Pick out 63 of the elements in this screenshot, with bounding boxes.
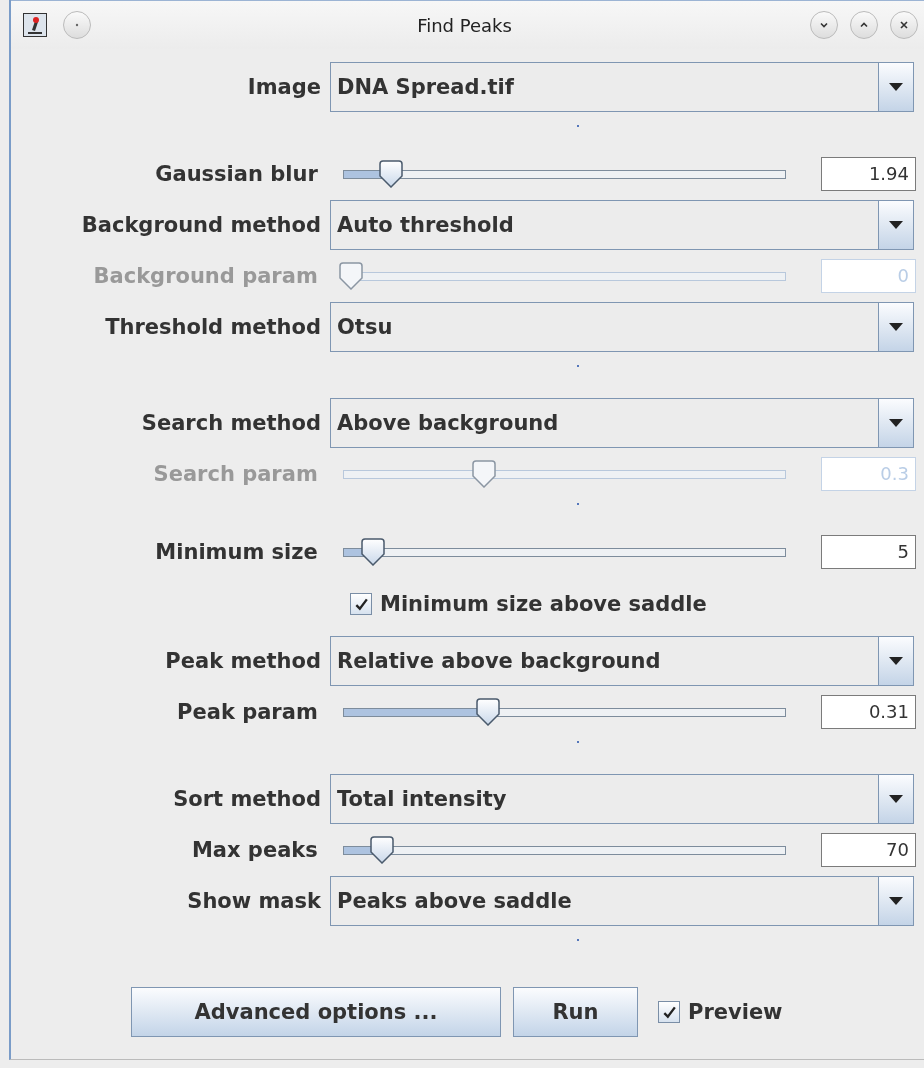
checkbox-label[interactable]: Preview [688, 1000, 783, 1024]
dropdown[interactable]: Relative above background [330, 636, 914, 686]
dropdown-value: Peaks above saddle [336, 888, 573, 915]
caret-icon [888, 896, 904, 906]
dropdown-value: Total intensity [336, 786, 508, 813]
caret-icon [888, 322, 904, 332]
field-label: Gaussian blur [154, 162, 319, 186]
dropdown[interactable]: Otsu [330, 302, 914, 352]
minimize-button[interactable] [810, 11, 838, 39]
dropdown-value: Relative above background [336, 648, 662, 675]
dropdown[interactable]: Total intensity [330, 774, 914, 824]
close-button[interactable] [890, 11, 918, 39]
dot-icon [75, 23, 79, 27]
field-label: Minimum size [154, 540, 319, 564]
field-label: Sort method [172, 787, 322, 811]
check-icon [662, 1005, 676, 1019]
caret-icon [888, 418, 904, 428]
close-icon [899, 20, 909, 30]
field-label: Search param [152, 462, 319, 486]
dropdown-value: Otsu [336, 314, 394, 341]
field-label: Max peaks [190, 838, 319, 862]
field-label: Background method [80, 213, 322, 237]
check-icon [354, 597, 368, 611]
slider-thumb[interactable] [358, 538, 387, 566]
number-field[interactable]: 70 [820, 833, 916, 867]
chevron-up-icon [859, 20, 869, 30]
field-label: Background param [92, 264, 319, 288]
caret-icon [888, 220, 904, 230]
dialog-button[interactable]: Run [513, 987, 638, 1037]
dropdown[interactable]: DNA Spread.tif [330, 62, 914, 112]
field-label: Search method [140, 411, 322, 435]
caret-icon [888, 794, 904, 804]
caret-icon [888, 82, 904, 92]
field-label: Show mask [186, 889, 322, 913]
dropdown-value: DNA Spread.tif [336, 74, 515, 101]
number-field[interactable]: 0.31 [820, 695, 916, 729]
slider-thumb[interactable] [376, 160, 405, 188]
caret-icon [888, 656, 904, 666]
checkbox-label[interactable]: Minimum size above saddle [380, 592, 707, 616]
field-label: Image [246, 75, 322, 99]
dropdown[interactable]: Above background [330, 398, 914, 448]
checkbox[interactable] [658, 1001, 680, 1023]
window-title: Find Peaks [416, 14, 513, 36]
number-field[interactable]: 1.94 [820, 157, 916, 191]
dropdown-value: Auto threshold [336, 212, 515, 239]
maximize-button[interactable] [850, 11, 878, 39]
chevron-down-icon [819, 20, 829, 30]
number-field[interactable]: 5 [820, 535, 916, 569]
dropdown[interactable]: Auto threshold [330, 200, 914, 250]
window-menu-button[interactable] [63, 11, 91, 39]
field-label: Threshold method [104, 315, 322, 339]
slider-thumb[interactable] [367, 836, 396, 864]
slider[interactable] [342, 835, 786, 865]
slider[interactable] [342, 537, 786, 567]
slider[interactable] [342, 697, 786, 727]
field-label: Peak param [176, 700, 319, 724]
dropdown[interactable]: Peaks above saddle [330, 876, 914, 926]
dropdown-value: Above background [336, 410, 560, 437]
field-label: Peak method [164, 649, 322, 673]
slider[interactable] [342, 159, 786, 189]
checkbox[interactable] [350, 593, 372, 615]
slider-thumb[interactable] [474, 698, 503, 726]
dialog-button[interactable]: Advanced options ... [131, 987, 501, 1037]
